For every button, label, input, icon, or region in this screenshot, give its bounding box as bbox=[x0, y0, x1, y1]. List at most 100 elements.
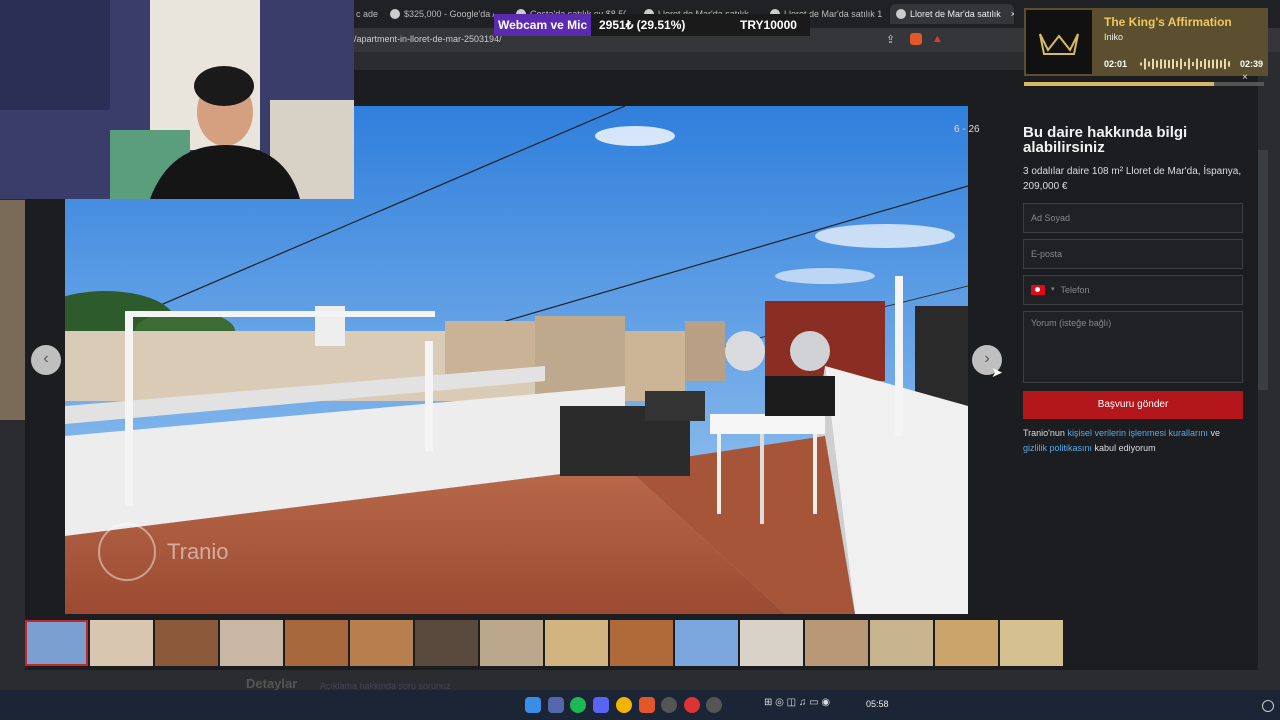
track-progress-fill bbox=[1024, 82, 1214, 86]
thumbnail-strip bbox=[25, 620, 1063, 666]
scrollbar[interactable] bbox=[1258, 150, 1268, 390]
chevron-right-icon: › bbox=[984, 350, 990, 367]
webcam-image bbox=[0, 0, 354, 199]
crown-logo-icon bbox=[1039, 33, 1079, 55]
chrome-icon[interactable] bbox=[616, 697, 632, 713]
app-icon[interactable] bbox=[684, 697, 700, 713]
brave-icon[interactable] bbox=[639, 697, 655, 713]
photo-counter: 6 - 26 bbox=[954, 124, 980, 135]
gallery-thumbnail[interactable] bbox=[350, 620, 413, 666]
waveform-bar bbox=[1176, 60, 1178, 68]
gallery-thumbnail[interactable] bbox=[155, 620, 218, 666]
google-icon bbox=[390, 9, 400, 19]
details-heading: Detaylar bbox=[246, 676, 298, 691]
waveform-bar bbox=[1152, 58, 1154, 70]
gallery-thumbnail[interactable] bbox=[415, 620, 478, 666]
waveform-bar bbox=[1208, 60, 1210, 68]
name-field[interactable]: Ad Soyad bbox=[1023, 203, 1243, 233]
gallery-thumbnail[interactable] bbox=[805, 620, 868, 666]
ticker-progress: 2951₺ (29.51%) bbox=[599, 18, 686, 32]
track-artist: Iniko bbox=[1104, 32, 1124, 42]
gallery-thumbnail[interactable] bbox=[935, 620, 998, 666]
comment-field[interactable]: Yorum (isteğe bağlı) bbox=[1023, 311, 1243, 383]
close-icon[interactable]: × bbox=[1242, 72, 1248, 83]
ticker-label: Webcam ve Mic bbox=[494, 14, 592, 36]
prev-photo-button[interactable]: ‹ bbox=[31, 345, 61, 375]
brave-rewards-icon[interactable]: ▲ bbox=[932, 33, 943, 45]
mouse-cursor-icon: ➤ bbox=[991, 364, 1003, 380]
gallery-thumbnail[interactable] bbox=[90, 620, 153, 666]
app-icon[interactable] bbox=[706, 697, 722, 713]
waveform-bar bbox=[1156, 60, 1158, 68]
track-elapsed: 02:01 bbox=[1104, 59, 1128, 69]
waveform-bar bbox=[1168, 60, 1170, 68]
inquiry-form: Bu daire hakkında bilgi alabilirsiniz 3 … bbox=[1023, 125, 1243, 456]
waveform-bar bbox=[1144, 58, 1146, 70]
gallery-thumbnail[interactable] bbox=[285, 620, 348, 666]
system-tray-icons[interactable]: ⊞ ◎ ◫ ♫ ▭ ◉ bbox=[764, 697, 830, 708]
gallery-thumbnail[interactable] bbox=[870, 620, 933, 666]
waveform-bar bbox=[1172, 59, 1174, 69]
tranio-watermark: Tranio bbox=[167, 539, 229, 564]
tab-favicon-icon bbox=[896, 9, 906, 19]
url-text[interactable]: /apartment-in-lloret-de-mar-2503194/ bbox=[354, 34, 502, 44]
data-processing-link[interactable]: kişisel verilerin işlenmesi kurallarını bbox=[1067, 428, 1208, 438]
browser-tab[interactable]: c ade bbox=[356, 4, 386, 24]
waveform-bar bbox=[1224, 58, 1226, 70]
waveform-bar bbox=[1228, 61, 1230, 67]
discord-icon[interactable] bbox=[593, 697, 609, 713]
gallery-thumbnail[interactable] bbox=[480, 620, 543, 666]
close-tab-icon[interactable]: × bbox=[1011, 4, 1014, 24]
waveform-bar bbox=[1188, 58, 1190, 70]
waveform-bar bbox=[1212, 59, 1214, 69]
waveform-bar bbox=[1204, 58, 1206, 70]
webcam-overlay bbox=[0, 0, 354, 199]
consent-text: Tranio'nun kişisel verilerin işlenmesi k… bbox=[1023, 428, 1221, 453]
waveform-bar bbox=[1148, 61, 1150, 67]
track-progress-bar[interactable] bbox=[1024, 82, 1264, 86]
waveform-bar bbox=[1220, 60, 1222, 68]
waveform-bar bbox=[1164, 59, 1166, 69]
email-field[interactable]: E-posta bbox=[1023, 239, 1243, 269]
track-title: The King's Affirmation bbox=[1104, 15, 1232, 29]
chevron-down-icon[interactable]: ▾ bbox=[1051, 276, 1055, 304]
submit-button[interactable]: Başvuru gönder bbox=[1023, 391, 1243, 419]
waveform-bar bbox=[1180, 58, 1182, 70]
waveform-bar bbox=[1196, 58, 1198, 70]
waveform-bar bbox=[1160, 59, 1162, 69]
album-art bbox=[1026, 10, 1092, 74]
browser-tab-active[interactable]: Lloret de Mar'da satılık × bbox=[890, 4, 1014, 24]
app-icon[interactable] bbox=[548, 697, 564, 713]
background-page-edge bbox=[0, 200, 25, 420]
track-duration: 02:39 bbox=[1240, 59, 1264, 69]
waveform-bar bbox=[1192, 62, 1194, 66]
waveform-bar bbox=[1216, 59, 1218, 69]
form-title: Bu daire hakkında bilgi alabilirsiniz bbox=[1023, 124, 1188, 156]
gallery-thumbnail[interactable] bbox=[675, 620, 738, 666]
donation-goal-ticker: Webcam ve Mic 2951₺ (29.51%) TRY10000 bbox=[494, 14, 810, 36]
spotify-icon[interactable] bbox=[570, 697, 586, 713]
phone-field[interactable]: ▾ Telefon bbox=[1023, 275, 1243, 305]
waveform-bar bbox=[1200, 61, 1202, 67]
windows-start-icon[interactable] bbox=[525, 697, 541, 713]
form-subtitle: 3 odalılar daire 108 m² Lloret de Mar'da… bbox=[1023, 166, 1242, 192]
turkey-flag-icon[interactable] bbox=[1031, 285, 1045, 295]
brave-shield-icon[interactable] bbox=[910, 33, 922, 45]
gallery-thumbnail[interactable] bbox=[220, 620, 283, 666]
browser-tab[interactable]: $325,000 - Google'da Ara bbox=[390, 4, 494, 24]
chevron-left-icon: ‹ bbox=[43, 350, 49, 367]
gallery-thumbnail[interactable] bbox=[545, 620, 608, 666]
notifications-icon[interactable] bbox=[1262, 700, 1274, 712]
obs-icon[interactable] bbox=[661, 697, 677, 713]
share-icon[interactable]: ⇪ bbox=[886, 33, 895, 46]
gallery-thumbnail[interactable] bbox=[610, 620, 673, 666]
gallery-thumbnail[interactable] bbox=[1000, 620, 1063, 666]
gallery-thumbnail[interactable] bbox=[740, 620, 803, 666]
waveform-bar bbox=[1140, 62, 1142, 66]
taskbar-clock[interactable]: 05:58 bbox=[866, 699, 889, 709]
waveform-bar bbox=[1184, 61, 1186, 67]
privacy-policy-link[interactable]: gizlilik politikasını bbox=[1023, 443, 1092, 453]
ticker-goal: TRY10000 bbox=[740, 18, 797, 32]
gallery-thumbnail[interactable] bbox=[25, 620, 88, 666]
waveform-icon bbox=[1140, 58, 1230, 70]
